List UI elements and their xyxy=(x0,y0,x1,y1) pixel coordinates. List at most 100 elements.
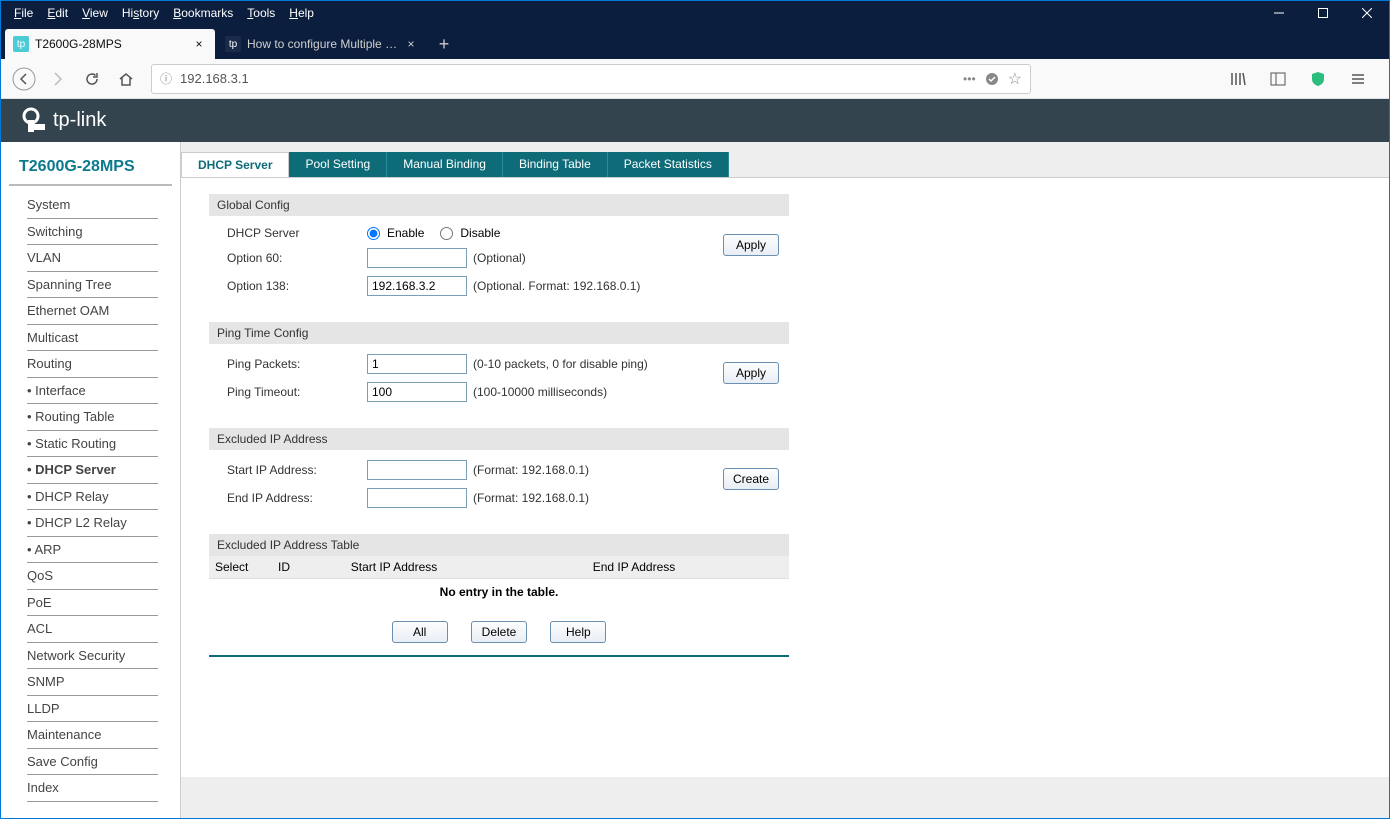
menu-view[interactable]: View xyxy=(75,6,115,20)
nav-save-config[interactable]: Save Config xyxy=(27,749,158,776)
forward-button[interactable] xyxy=(43,64,73,94)
tab-inactive[interactable]: tp How to configure Multiple SSID × xyxy=(217,29,427,59)
radio-disable[interactable] xyxy=(440,227,453,240)
nav-network-security[interactable]: Network Security xyxy=(27,643,158,670)
nav-list: System Switching VLAN Spanning Tree Ethe… xyxy=(1,186,180,818)
option60-input[interactable] xyxy=(367,248,467,268)
start-ip-input[interactable] xyxy=(367,460,467,480)
nav-poe[interactable]: PoE xyxy=(27,590,158,617)
url-actions: ••• ☆ xyxy=(963,69,1022,89)
tab-manual-binding[interactable]: Manual Binding xyxy=(387,152,503,177)
more-icon[interactable]: ••• xyxy=(963,72,976,86)
minimize-button[interactable] xyxy=(1257,1,1301,25)
nav-routing[interactable]: Routing xyxy=(27,351,158,378)
layout: T2600G-28MPS System Switching VLAN Spann… xyxy=(1,142,1389,818)
new-tab-button[interactable]: + xyxy=(429,29,459,59)
option138-input[interactable] xyxy=(367,276,467,296)
nav-snmp[interactable]: SNMP xyxy=(27,669,158,696)
menu-button[interactable] xyxy=(1343,64,1373,94)
panel-title: Ping Time Config xyxy=(209,322,789,344)
menu-history[interactable]: History xyxy=(115,6,166,20)
nav-maintenance[interactable]: Maintenance xyxy=(27,722,158,749)
apply-button[interactable]: Apply xyxy=(723,362,779,384)
toolbar-right xyxy=(1223,64,1381,94)
library-button[interactable] xyxy=(1223,64,1253,94)
main-area: DHCP Server Pool Setting Manual Binding … xyxy=(181,142,1389,818)
nav-interface[interactable]: Interface xyxy=(27,378,158,405)
button-row: All Delete Help xyxy=(209,613,789,651)
menu-edit[interactable]: Edit xyxy=(40,6,75,20)
home-icon xyxy=(118,71,134,87)
tab-active[interactable]: tp T2600G-28MPS × xyxy=(5,29,215,59)
nav-system[interactable]: System xyxy=(27,192,158,219)
device-name: T2600G-28MPS xyxy=(1,142,180,184)
nav-arp[interactable]: ARP xyxy=(27,537,158,564)
tplink-icon xyxy=(19,106,49,136)
tab-binding-table[interactable]: Binding Table xyxy=(503,152,608,177)
tab-title: How to configure Multiple SSID xyxy=(247,37,403,51)
menu-bookmarks[interactable]: Bookmarks xyxy=(166,6,240,20)
tab-close-icon[interactable]: × xyxy=(403,37,419,51)
close-button[interactable] xyxy=(1345,1,1389,25)
maximize-icon xyxy=(1318,8,1328,18)
tab-packet-statistics[interactable]: Packet Statistics xyxy=(608,152,729,177)
browser-window: File Edit View History Bookmarks Tools H… xyxy=(0,0,1390,819)
reload-button[interactable] xyxy=(77,64,107,94)
radio-enable[interactable] xyxy=(367,227,380,240)
ping-packets-label: Ping Packets: xyxy=(227,357,367,371)
back-button[interactable] xyxy=(9,64,39,94)
brand-bar: tp-link xyxy=(1,99,1389,142)
apply-button[interactable]: Apply xyxy=(723,234,779,256)
info-icon[interactable]: ⓘ xyxy=(160,70,172,87)
option60-label: Option 60: xyxy=(227,251,367,265)
maximize-button[interactable] xyxy=(1301,1,1345,25)
delete-button[interactable]: Delete xyxy=(471,621,527,643)
tab-close-icon[interactable]: × xyxy=(191,37,207,51)
shield-icon[interactable] xyxy=(984,71,1000,87)
nav-switching[interactable]: Switching xyxy=(27,219,158,246)
help-button[interactable]: Help xyxy=(550,621,606,643)
col-end: End IP Address xyxy=(479,556,789,578)
star-icon[interactable]: ☆ xyxy=(1008,69,1022,89)
panel-excluded-ip: Excluded IP Address Create Start IP Addr… xyxy=(209,428,789,522)
panel-title: Excluded IP Address Table xyxy=(209,534,789,556)
minimize-icon xyxy=(1274,8,1284,18)
dhcp-radio-group: Enable Disable xyxy=(367,226,512,240)
tab-dhcp-server[interactable]: DHCP Server xyxy=(181,152,289,177)
ping-timeout-hint: (100-10000 milliseconds) xyxy=(473,385,607,399)
url-text: 192.168.3.1 xyxy=(180,71,963,86)
panel-ping-config: Ping Time Config Apply Ping Packets: (0-… xyxy=(209,322,789,416)
nav-spanning-tree[interactable]: Spanning Tree xyxy=(27,272,158,299)
nav-index[interactable]: Index xyxy=(27,775,158,802)
window-controls xyxy=(1257,1,1389,25)
nav-ethernet-oam[interactable]: Ethernet OAM xyxy=(27,298,158,325)
menu-file[interactable]: File xyxy=(7,6,40,20)
nav-qos[interactable]: QoS xyxy=(27,563,158,590)
all-button[interactable]: All xyxy=(392,621,448,643)
nav-static-routing[interactable]: Static Routing xyxy=(27,431,158,458)
nav-lldp[interactable]: LLDP xyxy=(27,696,158,723)
nav-dhcp-server[interactable]: DHCP Server xyxy=(27,457,158,484)
start-ip-label: Start IP Address: xyxy=(227,463,367,477)
start-ip-hint: (Format: 192.168.0.1) xyxy=(473,463,589,477)
panel-excluded-table: Excluded IP Address Table Select ID Star… xyxy=(209,534,789,605)
nav-routing-table[interactable]: Routing Table xyxy=(27,404,158,431)
nav-multicast[interactable]: Multicast xyxy=(27,325,158,352)
url-bar[interactable]: ⓘ 192.168.3.1 ••• ☆ xyxy=(151,64,1031,94)
toolbar: ⓘ 192.168.3.1 ••• ☆ xyxy=(1,59,1389,99)
sidebar-button[interactable] xyxy=(1263,64,1293,94)
menu-help[interactable]: Help xyxy=(282,6,321,20)
end-ip-input[interactable] xyxy=(367,488,467,508)
option138-hint: (Optional. Format: 192.168.0.1) xyxy=(473,279,640,293)
tab-pool-setting[interactable]: Pool Setting xyxy=(289,152,387,177)
security-button[interactable] xyxy=(1303,64,1333,94)
nav-dhcp-relay[interactable]: DHCP Relay xyxy=(27,484,158,511)
home-button[interactable] xyxy=(111,64,141,94)
menu-tools[interactable]: Tools xyxy=(240,6,282,20)
nav-acl[interactable]: ACL xyxy=(27,616,158,643)
ping-packets-input[interactable] xyxy=(367,354,467,374)
ping-timeout-input[interactable] xyxy=(367,382,467,402)
nav-dhcp-l2-relay[interactable]: DHCP L2 Relay xyxy=(27,510,158,537)
nav-vlan[interactable]: VLAN xyxy=(27,245,158,272)
create-button[interactable]: Create xyxy=(723,468,779,490)
